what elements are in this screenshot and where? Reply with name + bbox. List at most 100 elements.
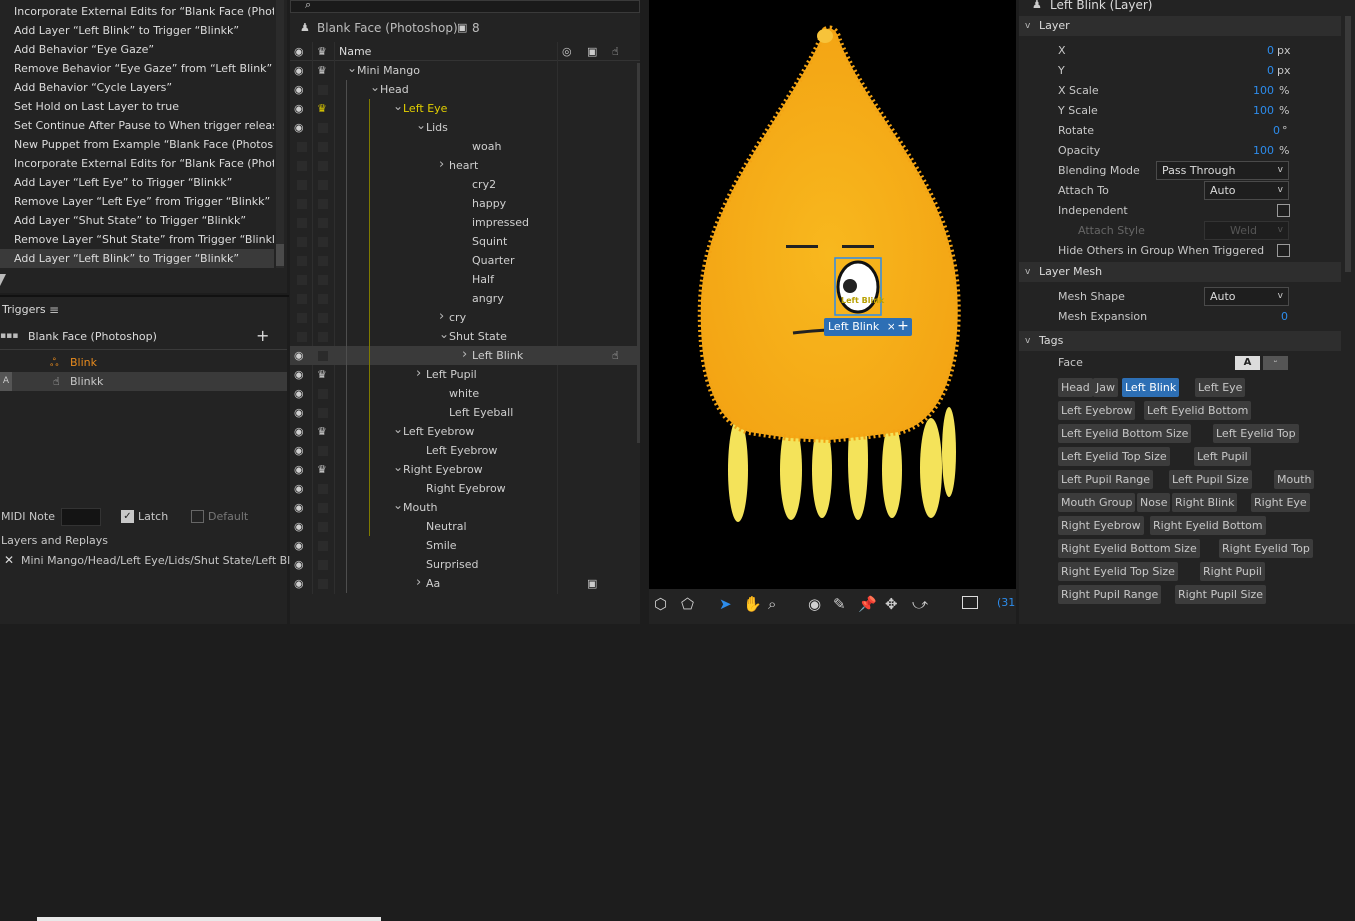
visibility-toggle[interactable] xyxy=(297,218,307,228)
visibility-toggle[interactable] xyxy=(297,142,307,152)
history-item[interactable]: Add Behavior “Cycle Layers” xyxy=(0,78,274,97)
midi-note-input[interactable] xyxy=(61,508,101,526)
tag-button[interactable]: Left Pupil Size xyxy=(1169,470,1252,489)
chevron-right-icon[interactable]: › xyxy=(439,308,444,326)
panel-menu-icon[interactable]: ≡ xyxy=(49,303,59,317)
visibility-toggle[interactable] xyxy=(297,275,307,285)
visibility-eye-icon[interactable]: ◉ xyxy=(294,102,308,115)
layer-row[interactable]: cry2 xyxy=(290,175,640,194)
x-value[interactable]: 0 xyxy=(1240,44,1274,57)
history-item[interactable]: Add Behavior “Eye Gaze” xyxy=(0,40,274,59)
chevron-down-icon[interactable]: ⌄ xyxy=(393,498,403,512)
hide-others-checkbox[interactable] xyxy=(1277,244,1290,257)
independence-toggle[interactable] xyxy=(318,560,328,570)
layer-row[interactable]: Quarter xyxy=(290,251,640,270)
tag-button[interactable]: Right Eyelid Top Size xyxy=(1058,562,1178,581)
chevron-down-icon[interactable]: ⌄ xyxy=(370,80,380,94)
history-item[interactable]: Incorporate External Edits for “Blank Fa… xyxy=(0,2,274,21)
chevron-right-icon[interactable]: › xyxy=(416,365,421,383)
hand-tool-icon[interactable]: ✋ xyxy=(743,596,762,612)
visibility-toggle[interactable] xyxy=(297,256,307,266)
visibility-toggle[interactable] xyxy=(297,313,307,323)
layer-row[interactable]: ◉ › Left Blink ☝ xyxy=(290,346,640,365)
tag-button[interactable]: Nose xyxy=(1137,493,1171,512)
visibility-toggle[interactable] xyxy=(297,332,307,342)
history-item[interactable]: Remove Layer “Left Eye” from Trigger “Bl… xyxy=(0,192,274,211)
history-item[interactable]: Set Hold on Last Layer to true xyxy=(0,97,274,116)
crown-icon[interactable]: ♛ xyxy=(317,368,327,381)
independence-toggle[interactable] xyxy=(318,237,328,247)
crown-icon[interactable]: ♛ xyxy=(317,64,327,77)
tag-button[interactable]: Mouth Group xyxy=(1058,493,1136,512)
history-item[interactable]: Add Layer “Shut State” to Trigger “Blink… xyxy=(0,211,274,230)
remove-layer-icon[interactable]: ✕ xyxy=(4,553,14,567)
tag-button[interactable]: Right Eyelid Top xyxy=(1219,539,1313,558)
layer-row[interactable]: ◉ ♛ ⌄ Right Eyebrow xyxy=(290,460,640,479)
visibility-eye-icon[interactable]: ◉ xyxy=(294,520,308,533)
layer-row[interactable]: ◉ Surprised xyxy=(290,555,640,574)
visibility-toggle[interactable] xyxy=(297,161,307,171)
visibility-toggle[interactable] xyxy=(297,294,307,304)
tag-button[interactable]: Left Eyebrow xyxy=(1058,401,1136,420)
tag-text-button[interactable]: A xyxy=(1235,356,1260,370)
tag-button[interactable]: Left Eyelid Bottom xyxy=(1144,401,1252,420)
visibility-eye-icon[interactable]: ◉ xyxy=(294,387,308,400)
independence-toggle[interactable] xyxy=(318,541,328,551)
tag-button[interactable]: Right Pupil xyxy=(1200,562,1265,581)
zoom-tool-icon[interactable]: ⌕ xyxy=(768,596,776,612)
tag-button[interactable]: Right Blink xyxy=(1172,493,1238,512)
name-column-header[interactable]: Name xyxy=(339,42,371,61)
layer-row[interactable]: ◉ Right Eyebrow xyxy=(290,479,640,498)
independence-toggle[interactable] xyxy=(318,408,328,418)
trigger-puppet-row[interactable]: ▪▪▪ Blank Face (Photoshop) + xyxy=(0,326,287,346)
independence-toggle[interactable] xyxy=(318,351,328,361)
independence-toggle[interactable] xyxy=(318,199,328,209)
section-tags-header[interactable]: v Tags xyxy=(1019,331,1341,351)
independence-toggle[interactable] xyxy=(318,161,328,171)
chevron-right-icon[interactable]: › xyxy=(462,346,467,364)
independence-toggle[interactable] xyxy=(318,522,328,532)
chevron-down-icon[interactable]: ⌄ xyxy=(439,327,449,341)
crown-icon[interactable]: ♛ xyxy=(317,463,327,476)
visibility-eye-icon[interactable]: ◉ xyxy=(294,121,308,134)
history-item[interactable]: New Puppet from Example “Blank Face (Pho… xyxy=(0,135,274,154)
history-item[interactable]: Remove Layer “Shut State” from Trigger “… xyxy=(0,230,274,249)
shape-tool-icon[interactable]: ⬠ xyxy=(681,596,694,612)
visibility-eye-icon[interactable]: ◉ xyxy=(294,577,308,590)
layer-row[interactable]: › cry xyxy=(290,308,640,327)
tag-button[interactable]: Left Pupil xyxy=(1194,447,1251,466)
chevron-down-icon[interactable]: ⌄ xyxy=(393,422,403,436)
dragger-tool-icon[interactable]: ✥ xyxy=(885,596,898,612)
layers-scrollbar[interactable] xyxy=(637,63,640,443)
rotate-value[interactable]: 0 xyxy=(1240,124,1280,137)
layer-row[interactable]: ◉ ⌄ Mouth xyxy=(290,498,640,517)
layer-row[interactable]: impressed xyxy=(290,213,640,232)
independence-toggle[interactable] xyxy=(318,218,328,228)
independence-toggle[interactable] xyxy=(318,579,328,589)
visibility-toggle[interactable] xyxy=(297,199,307,209)
tag-button[interactable]: Left Eye xyxy=(1195,378,1246,397)
visibility-eye-icon[interactable]: ◉ xyxy=(294,83,308,96)
independence-toggle[interactable] xyxy=(318,123,328,133)
layer-row[interactable]: ◉ Left Eyebrow xyxy=(290,441,640,460)
history-scroll-thumb[interactable] xyxy=(276,244,284,266)
layer-handle-tag[interactable]: Left Blink × xyxy=(824,318,900,336)
history-scrollbar[interactable] xyxy=(276,0,284,268)
visibility-eye-icon[interactable]: ◉ xyxy=(294,444,308,457)
attach-to-select[interactable]: Auto v xyxy=(1204,181,1289,200)
tag-button[interactable]: Left Blink xyxy=(1122,378,1180,397)
visibility-eye-icon[interactable]: ◉ xyxy=(294,368,308,381)
properties-scrollbar[interactable] xyxy=(1345,16,1351,272)
layer-row[interactable]: ⌄ Shut State xyxy=(290,327,640,346)
visibility-eye-icon[interactable]: ◉ xyxy=(294,463,308,476)
independence-toggle[interactable] xyxy=(318,294,328,304)
layer-row[interactable]: ◉ Left Eyeball xyxy=(290,403,640,422)
tag-button[interactable]: Right Eyelid Bottom Size xyxy=(1058,539,1200,558)
visibility-eye-icon[interactable]: ◉ xyxy=(294,406,308,419)
layer-row[interactable]: ◉ ♛ ⌄ Left Eye xyxy=(290,99,640,118)
attach-style-select[interactable]: Weld v xyxy=(1204,221,1289,240)
opacity-value[interactable]: 100 xyxy=(1240,144,1274,157)
independence-toggle[interactable] xyxy=(318,389,328,399)
visibility-eye-icon[interactable]: ◉ xyxy=(294,425,308,438)
tag-button[interactable]: Jaw xyxy=(1093,378,1118,397)
